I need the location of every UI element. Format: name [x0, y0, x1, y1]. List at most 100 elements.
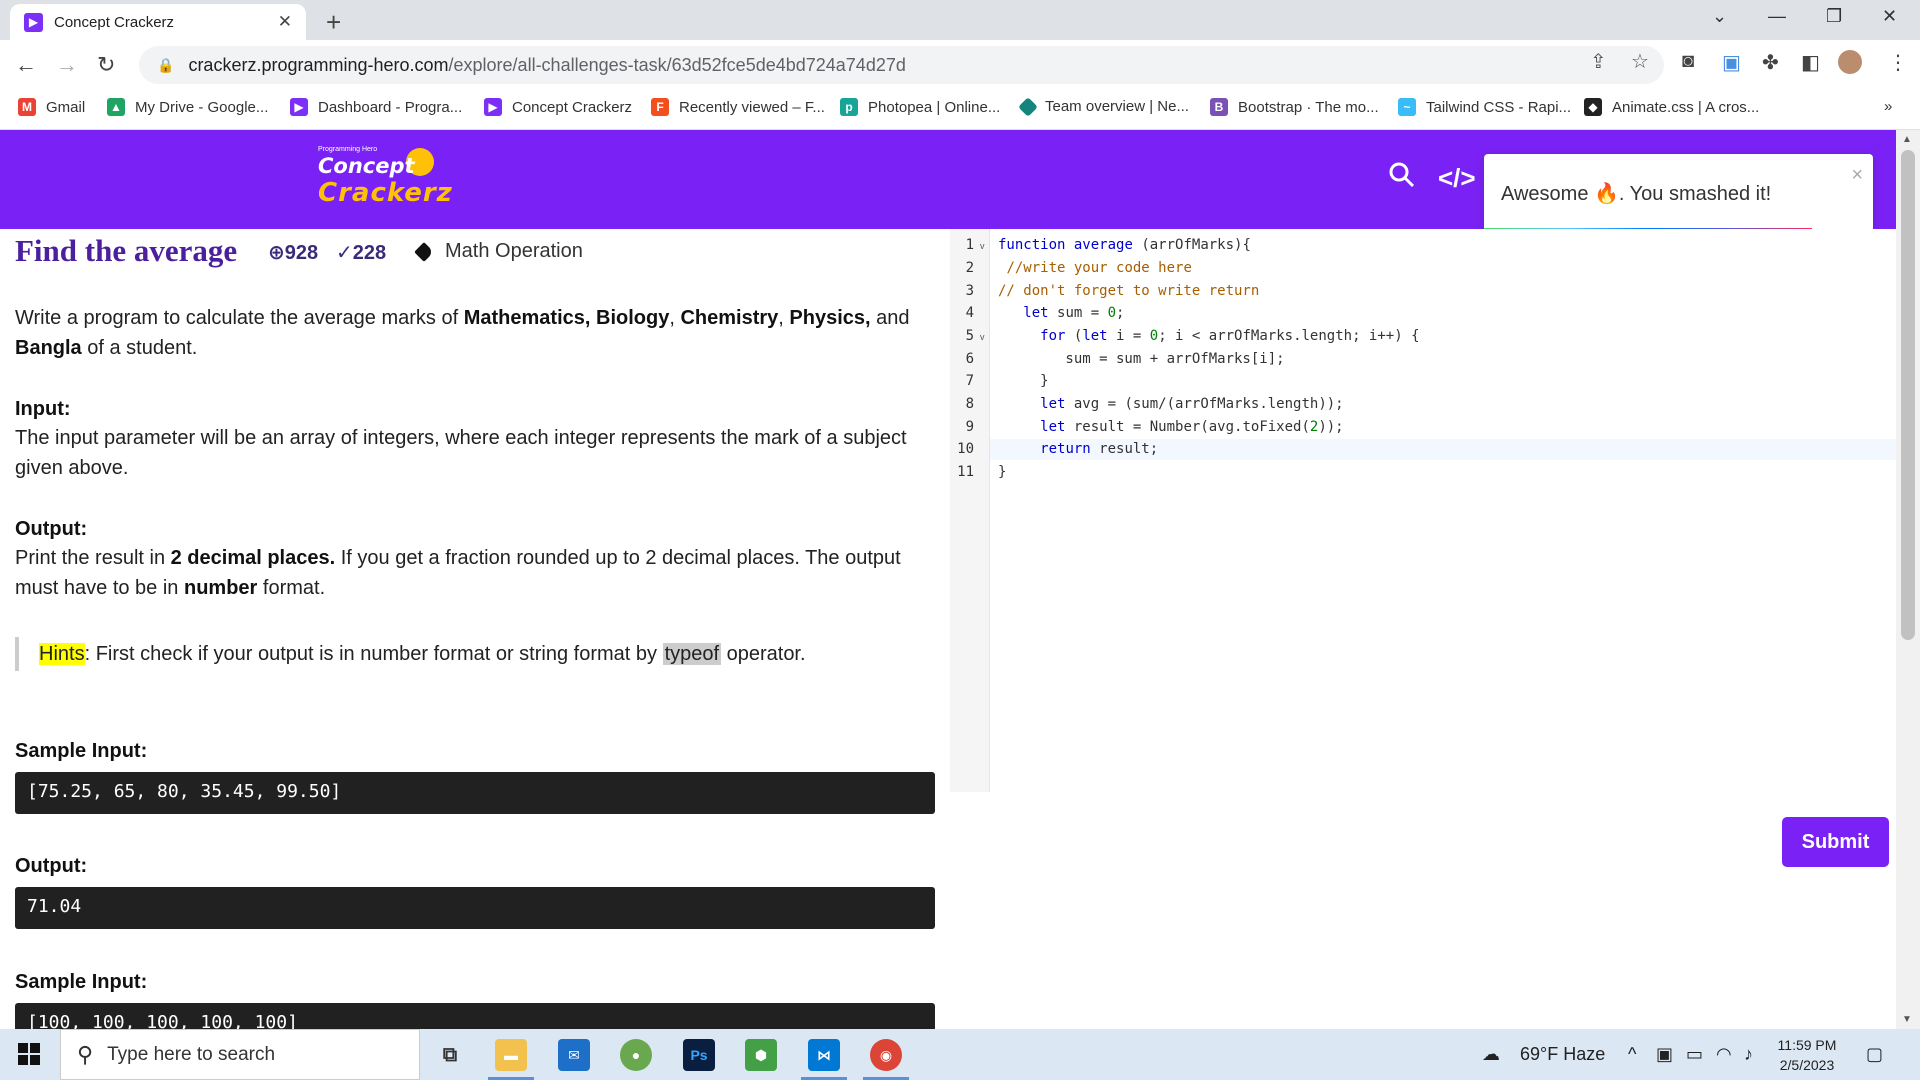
- success-toast: Awesome 🔥. You smashed it! ×: [1484, 154, 1873, 233]
- input-description: The input parameter will be an array of …: [15, 427, 907, 479]
- animate-icon: ◆: [1584, 98, 1602, 116]
- meet-now-icon[interactable]: ▣: [1656, 1044, 1673, 1065]
- tag-icon: [414, 241, 434, 262]
- scroll-down-arrow-icon[interactable]: ▼: [1902, 1014, 1912, 1025]
- taskbar-clock[interactable]: 11:59 PM 2/5/2023: [1772, 1035, 1842, 1075]
- wifi-icon[interactable]: ◠: [1716, 1044, 1732, 1065]
- problem-panel: Find the average ⊕928 ✓228 Math Operatio…: [0, 229, 950, 1029]
- line-number: 1: [965, 237, 974, 253]
- submit-button[interactable]: Submit: [1782, 817, 1889, 867]
- code-line: }: [998, 464, 1007, 480]
- taskbar-search-box[interactable]: ⚲ Type here to search: [60, 1029, 420, 1080]
- lock-icon[interactable]: 🔒: [157, 57, 174, 74]
- vscode-icon[interactable]: ⋈: [808, 1039, 840, 1071]
- menu-kebab-icon[interactable]: ⋮: [1888, 50, 1908, 75]
- volume-icon[interactable]: ♪: [1744, 1044, 1753, 1065]
- page-scrollbar[interactable]: ▲ ▼: [1896, 130, 1920, 1029]
- fold-arrow-icon[interactable]: v: [980, 241, 985, 251]
- back-icon[interactable]: ←: [15, 52, 37, 78]
- task-view-icon[interactable]: ⧉: [434, 1039, 466, 1071]
- share-icon[interactable]: ⇪: [1590, 49, 1607, 74]
- notifications-icon[interactable]: ▢: [1866, 1044, 1883, 1065]
- address-bar[interactable]: 🔒 crackerz.programming-hero.com/explore/…: [139, 46, 1664, 84]
- chrome-icon[interactable]: ◉: [870, 1039, 902, 1071]
- tray-chevron-icon[interactable]: ^: [1628, 1044, 1636, 1065]
- line-number: 10: [957, 441, 974, 457]
- browser-tab[interactable]: ▶ Concept Crackerz ✕: [10, 4, 306, 40]
- code-editor[interactable]: 1 2 3 4 5 6 7 8 9 10 11 v v function ave…: [950, 229, 1896, 792]
- file-explorer-icon[interactable]: ▬: [495, 1039, 527, 1071]
- sample-input2-heading: Sample Input:: [15, 971, 148, 993]
- battery-icon[interactable]: ▭: [1686, 1044, 1703, 1065]
- bookmark-gmail[interactable]: M Gmail: [18, 98, 85, 116]
- camera-extension-icon[interactable]: ◙: [1682, 50, 1694, 73]
- toast-message: Awesome 🔥. You smashed it!: [1501, 183, 1772, 205]
- line-number: 6: [965, 351, 974, 367]
- scrollbar-thumb[interactable]: [1901, 150, 1915, 640]
- side-panel-icon[interactable]: ◧: [1801, 50, 1820, 75]
- line-number: 4: [965, 305, 974, 321]
- reload-icon[interactable]: ↻: [97, 52, 115, 78]
- bookmarks-bar: M Gmail ▲ My Drive - Google... ▶ Dashboard …: [0, 90, 1920, 130]
- drive-icon: ▲: [107, 98, 125, 116]
- minimize-button[interactable]: —: [1768, 6, 1786, 27]
- editor-gutter: 1 2 3 4 5 6 7 8 9 10 11 v v: [950, 229, 990, 792]
- nodejs-icon[interactable]: ⬢: [745, 1039, 777, 1071]
- forward-icon[interactable]: →: [56, 52, 78, 78]
- mail-icon[interactable]: ✉: [558, 1039, 590, 1071]
- url-path: /explore/all-challenges-task/63d52fce5de…: [448, 54, 906, 75]
- photopea-icon: p: [840, 98, 858, 116]
- restore-button[interactable]: ❐: [1826, 6, 1842, 27]
- sample-input-code: [75.25, 65, 80, 35.45, 99.50]: [15, 772, 935, 814]
- bookmark-drive[interactable]: ▲ My Drive - Google...: [107, 98, 268, 116]
- bookmark-dashboard[interactable]: ▶ Dashboard - Progra...: [290, 98, 462, 116]
- bootstrap-icon: B: [1210, 98, 1228, 116]
- code-line: let sum = 0;: [1023, 305, 1125, 321]
- programming-hero-icon: ▶: [290, 98, 308, 116]
- windows-start-icon[interactable]: [18, 1043, 40, 1065]
- bookmark-netlify[interactable]: Team overview | Ne...: [1018, 96, 1189, 117]
- code-line: }: [998, 373, 1049, 389]
- close-tab-icon[interactable]: ✕: [278, 12, 292, 32]
- new-tab-button[interactable]: +: [326, 7, 341, 38]
- bookmark-figma[interactable]: F Recently viewed – F...: [651, 98, 825, 116]
- code-line: let avg = (sum/(arrOfMarks.length));: [1040, 396, 1344, 412]
- input-heading: Input:: [15, 398, 71, 420]
- sample-input-heading: Sample Input:: [15, 740, 148, 762]
- ft-extension-icon[interactable]: ▣: [1722, 50, 1741, 75]
- scroll-up-arrow-icon[interactable]: ▲: [1902, 134, 1912, 145]
- bookmark-bootstrap[interactable]: B Bootstrap · The mo...: [1210, 98, 1379, 116]
- photoshop-icon[interactable]: Ps: [683, 1039, 715, 1071]
- sample-output-heading: Output:: [15, 855, 88, 877]
- fold-arrow-icon[interactable]: v: [980, 332, 985, 342]
- output-heading: Output:: [15, 518, 88, 540]
- browser-tab-strip: ▶ Concept Crackerz ✕ + ⌄ — ❐ ✕: [0, 0, 1920, 40]
- close-window-button[interactable]: ✕: [1882, 6, 1897, 27]
- extensions-puzzle-icon[interactable]: ✤: [1762, 50, 1779, 75]
- line-number: 9: [965, 419, 974, 435]
- chameleon-app-icon[interactable]: ●: [620, 1039, 652, 1071]
- search-icon[interactable]: [1388, 161, 1416, 196]
- code-icon[interactable]: </>: [1438, 163, 1476, 194]
- problem-title: Find the average: [15, 233, 238, 268]
- bookmark-star-icon[interactable]: ☆: [1631, 49, 1649, 74]
- bookmark-tailwind[interactable]: ~ Tailwind CSS - Rapi...: [1398, 98, 1571, 116]
- bookmark-photopea[interactable]: p Photopea | Online...: [840, 98, 1000, 116]
- bookmark-animate[interactable]: ◆ Animate.css | A cros...: [1584, 98, 1759, 116]
- bookmark-concept-crackerz[interactable]: ▶ Concept Crackerz: [484, 98, 632, 116]
- search-icon: ⚲: [77, 1041, 94, 1067]
- line-number: 11: [957, 464, 974, 480]
- tab-title: Concept Crackerz: [54, 13, 175, 31]
- code-line: sum = sum + arrOfMarks[i];: [998, 351, 1285, 367]
- toast-close-icon[interactable]: ×: [1851, 164, 1863, 187]
- code-line: return result;: [1040, 441, 1159, 457]
- bookmarks-overflow-button[interactable]: »: [1884, 98, 1892, 115]
- category-tag: Math Operation: [414, 240, 583, 263]
- weather-text[interactable]: 69°F Haze: [1520, 1044, 1605, 1065]
- code-line: // don't forget to write return: [998, 283, 1260, 299]
- tab-search-icon[interactable]: ⌄: [1712, 6, 1727, 27]
- profile-avatar[interactable]: [1838, 50, 1862, 74]
- weather-icon[interactable]: ☁: [1482, 1044, 1500, 1065]
- concept-crackerz-logo[interactable]: Programming Hero Concept Crackerz: [318, 146, 452, 216]
- hint-block: Hints: First check if your output is in …: [15, 637, 806, 671]
